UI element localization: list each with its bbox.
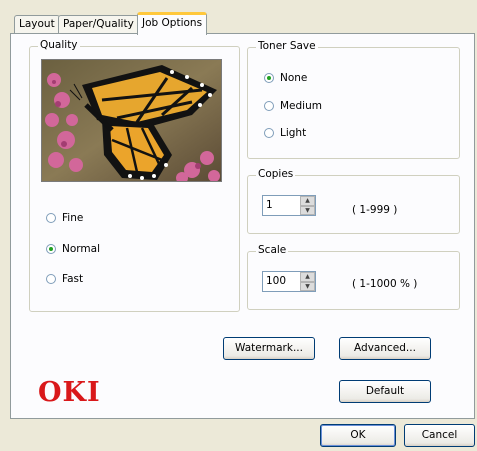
radio-selected-icon <box>264 73 274 83</box>
advanced-button[interactable]: Advanced... <box>339 337 431 360</box>
copies-spinbox[interactable]: 1 ▲ ▼ <box>262 195 316 216</box>
tab-job-options[interactable]: Job Options <box>137 12 208 35</box>
spin-up-icon[interactable]: ▲ <box>300 272 315 282</box>
toner-none-radio[interactable]: None <box>264 72 307 84</box>
copies-legend: Copies <box>256 168 296 180</box>
spin-down-icon[interactable]: ▼ <box>300 281 315 291</box>
spin-down-icon[interactable]: ▼ <box>300 205 315 215</box>
copies-value[interactable]: 1 <box>263 196 300 215</box>
scale-legend: Scale <box>256 244 289 256</box>
scale-value[interactable]: 100 <box>263 272 300 291</box>
tab-layout[interactable]: Layout <box>14 15 60 34</box>
quality-fast-label: Fast <box>62 273 84 285</box>
scale-range: ( 1-1000 % ) <box>352 278 418 290</box>
toner-save-legend: Toner Save <box>256 40 318 52</box>
copies-range: ( 1-999 ) <box>352 204 398 216</box>
radio-circle-icon <box>264 101 274 111</box>
cancel-button[interactable]: Cancel <box>404 424 475 447</box>
quality-fast-radio[interactable]: Fast <box>46 273 83 285</box>
scale-spinbox[interactable]: 100 ▲ ▼ <box>262 271 316 292</box>
toner-medium-label: Medium <box>280 100 322 112</box>
spin-up-icon[interactable]: ▲ <box>300 196 315 206</box>
quality-fine-label: Fine <box>62 212 84 224</box>
quality-normal-radio[interactable]: Normal <box>46 243 100 255</box>
tab-paper-quality[interactable]: Paper/Quality <box>58 15 139 34</box>
radio-circle-icon <box>46 213 56 223</box>
toner-none-label: None <box>280 72 308 84</box>
default-button[interactable]: Default <box>339 380 431 403</box>
quality-preview-image <box>41 59 222 182</box>
oki-logo: OKI <box>38 377 101 408</box>
radio-selected-icon <box>46 244 56 254</box>
quality-normal-label: Normal <box>62 243 100 255</box>
quality-fine-radio[interactable]: Fine <box>46 212 83 224</box>
butterfly-photo <box>42 60 221 181</box>
watermark-button[interactable]: Watermark... <box>223 337 315 360</box>
toner-medium-radio[interactable]: Medium <box>264 100 322 112</box>
radio-circle-icon <box>264 128 274 138</box>
toner-light-label: Light <box>280 127 307 139</box>
toner-light-radio[interactable]: Light <box>264 127 306 139</box>
ok-button[interactable]: OK <box>320 424 396 447</box>
quality-legend: Quality <box>38 39 80 51</box>
radio-circle-icon <box>46 274 56 284</box>
